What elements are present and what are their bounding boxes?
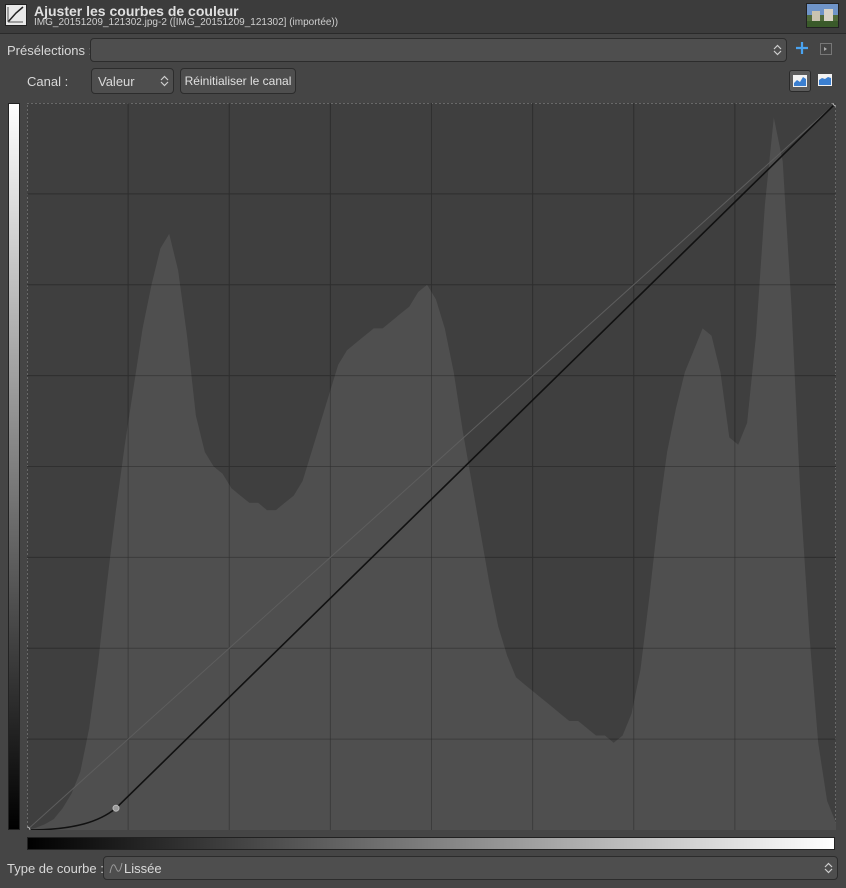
curve-type-combo[interactable]: Lissée	[103, 856, 838, 880]
updown-arrows-icon	[773, 44, 782, 56]
image-thumbnail	[806, 3, 839, 28]
presets-label: Présélections :	[7, 43, 93, 58]
updown-arrows-icon	[824, 862, 833, 874]
curve-control-point[interactable]	[112, 804, 120, 812]
updown-arrows-icon	[160, 75, 169, 87]
curve-type-label: Type de courbe :	[7, 861, 104, 876]
preset-menu-icon[interactable]	[820, 43, 832, 55]
channel-label: Canal :	[27, 74, 69, 89]
output-gradient-bar	[8, 103, 20, 830]
log-histogram-icon[interactable]	[815, 70, 837, 92]
channel-value: Valeur	[98, 74, 135, 89]
image-subtitle: IMG_20151209_121302.jpg-2 ([IMG_20151209…	[34, 17, 339, 28]
curve-type-value: Lissée	[124, 861, 162, 876]
smooth-curve-icon	[109, 862, 123, 874]
presets-combo[interactable]	[90, 38, 787, 62]
input-gradient-bar	[27, 837, 835, 850]
reset-channel-button[interactable]: Réinitialiser le canal	[180, 68, 296, 94]
curves-tool-icon	[5, 4, 27, 26]
linear-histogram-icon[interactable]	[789, 70, 811, 92]
curves-graph[interactable]	[27, 103, 836, 830]
channel-combo[interactable]: Valeur	[91, 68, 174, 94]
add-preset-icon[interactable]	[794, 40, 810, 56]
